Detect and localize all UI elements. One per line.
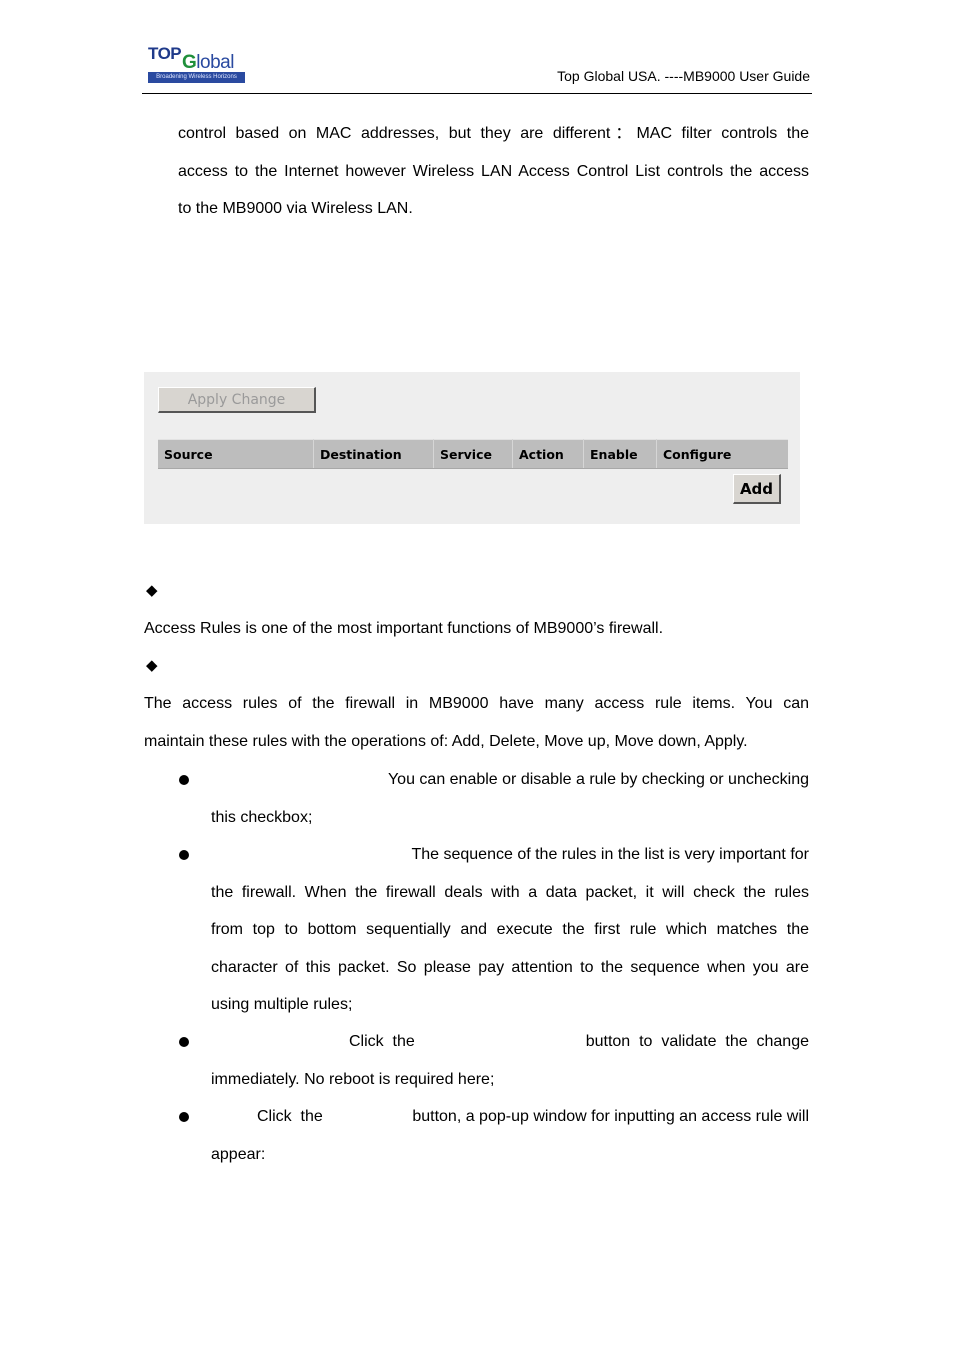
section2-line: The access rules of the firewall in MB90… bbox=[144, 695, 809, 712]
bullet-line: Click the button, a pop-up window for in… bbox=[257, 1108, 809, 1125]
bullet-dot-icon bbox=[179, 1112, 189, 1122]
bullet-line: Click the button to validate the change bbox=[349, 1033, 809, 1050]
bullet-item-sequence: The sequence of the rules in the list is… bbox=[211, 836, 809, 1024]
add-rule-button[interactable]: Add bbox=[733, 474, 781, 504]
logo-tagline: Broadening Wireless Horizons bbox=[148, 72, 245, 83]
bullet-line: You can enable or disable a rule by chec… bbox=[387, 771, 809, 788]
intro-line: access to the Internet however Wireless … bbox=[178, 162, 809, 180]
bullet-line: character of this packet. So please pay … bbox=[211, 958, 809, 976]
bullet-item-apply: Click the button to validate the change … bbox=[211, 1023, 809, 1098]
logo-global-text: Global bbox=[182, 52, 234, 73]
bullet-dot-icon bbox=[179, 775, 189, 785]
bullet-line: appear: bbox=[211, 1145, 266, 1163]
page-header-title: Top Global USA. ----MB9000 User Guide bbox=[557, 68, 810, 84]
intro-paragraph: control based on MAC addresses, but they… bbox=[178, 115, 809, 228]
bullet-line: from top to bottom sequentially and exec… bbox=[211, 921, 809, 938]
bullet-line: the firewall. When the firewall deals wi… bbox=[211, 883, 809, 901]
section2-line: maintain these rules with the operations… bbox=[144, 732, 748, 750]
table-header-row: Source Destination Service Action Enable… bbox=[158, 439, 788, 469]
bullet-line: The sequence of the rules in the list is… bbox=[411, 846, 809, 863]
column-header-action: Action bbox=[512, 439, 584, 469]
column-header-configure: Configure bbox=[656, 439, 788, 469]
logo-globe-icon: G bbox=[182, 52, 197, 73]
bullet-line: using multiple rules; bbox=[211, 996, 353, 1013]
access-rules-table: Source Destination Service Action Enable… bbox=[158, 439, 788, 469]
header-divider bbox=[142, 93, 812, 94]
section1-text: Access Rules is one of the most importan… bbox=[144, 620, 664, 637]
intro-line: control based on MAC addresses, but they… bbox=[178, 125, 809, 142]
column-header-enable: Enable bbox=[583, 439, 657, 469]
section2-paragraph: The access rules of the firewall in MB90… bbox=[144, 685, 809, 760]
bullet-dot-icon bbox=[179, 1037, 189, 1047]
bullet-item-enable: You can enable or disable a rule by chec… bbox=[211, 761, 809, 836]
column-header-service: Service bbox=[433, 439, 513, 469]
intro-line: to the MB9000 via Wireless LAN. bbox=[178, 200, 413, 217]
logo-top-text: TOP bbox=[148, 44, 182, 63]
bullet-line: this checkbox; bbox=[211, 808, 313, 826]
diamond-bullet-icon: ◆ bbox=[146, 657, 158, 674]
bullet-dot-icon bbox=[179, 850, 189, 860]
apply-change-button[interactable]: Apply Change bbox=[158, 387, 316, 413]
column-header-destination: Destination bbox=[313, 439, 434, 469]
bullet-line: immediately. No reboot is required here; bbox=[211, 1070, 495, 1088]
diamond-bullet-icon: ◆ bbox=[146, 582, 158, 599]
access-rules-panel: Apply Change Source Destination Service … bbox=[144, 372, 800, 524]
top-global-logo: TOP Global Broadening Wireless Horizons bbox=[146, 44, 248, 86]
column-header-source: Source bbox=[158, 439, 314, 469]
bullet-item-add: Click the button, a pop-up window for in… bbox=[211, 1098, 809, 1173]
